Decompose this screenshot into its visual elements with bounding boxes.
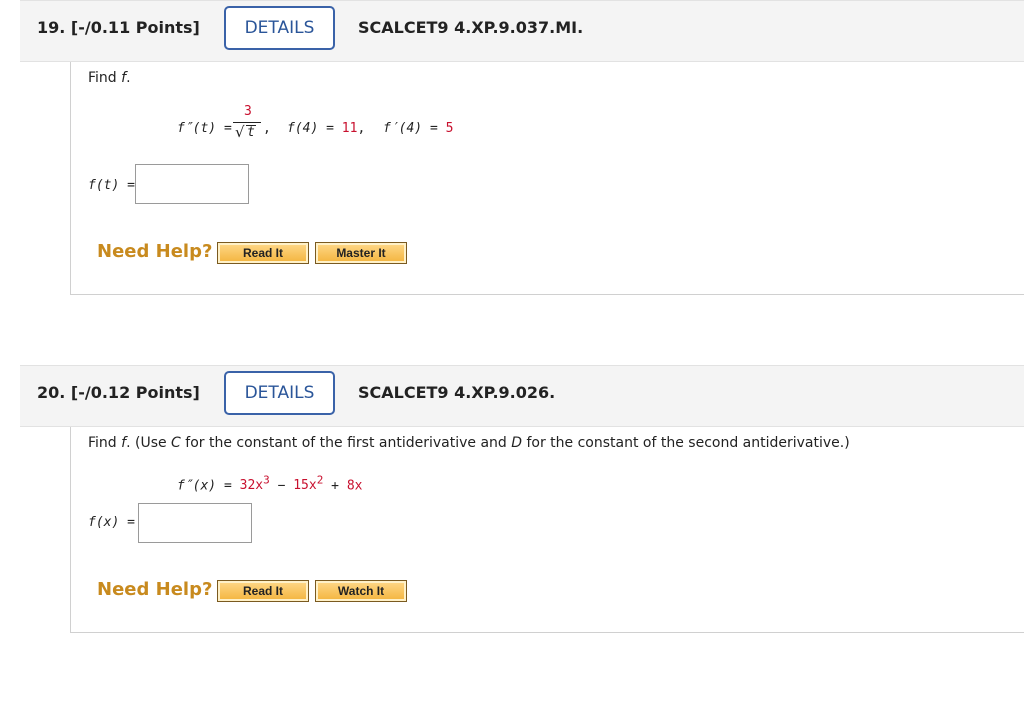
fprime4-condition: f′(4) = 5 bbox=[383, 121, 454, 136]
read-it-button[interactable]: Read It bbox=[217, 580, 309, 602]
answer-input-ft[interactable] bbox=[135, 164, 249, 204]
question-prompt: Find f. bbox=[88, 70, 131, 86]
term-15x2: 15x2 bbox=[293, 474, 324, 494]
master-it-button[interactable]: Master It bbox=[315, 242, 407, 264]
read-it-button[interactable]: Read It bbox=[217, 242, 309, 264]
fprime4-value: 5 bbox=[445, 121, 454, 136]
given-lhs: f″(t) = bbox=[177, 121, 232, 136]
given-equation: f″(x) = 32x3 − 15x2 + 8x bbox=[177, 474, 363, 494]
question-19-points: 19. [-/0.11 Points] bbox=[37, 18, 200, 37]
f4-value: 11 bbox=[341, 121, 358, 136]
need-help-label: Need Help? bbox=[97, 241, 213, 262]
question-19-header: 19. [-/0.11 Points] DETAILS SCALCET9 4.X… bbox=[20, 0, 1024, 62]
question-number: 19. bbox=[37, 18, 66, 37]
answer-input-fx[interactable] bbox=[138, 503, 252, 543]
need-help-label: Need Help? bbox=[97, 579, 213, 600]
comma: , bbox=[263, 121, 271, 136]
term-8x: 8x bbox=[346, 478, 363, 494]
fraction-3-over-sqrt-t: 3 √ t bbox=[233, 104, 267, 150]
watch-it-button[interactable]: Watch It bbox=[315, 580, 407, 602]
points-label: [-/0.12 Points] bbox=[70, 383, 200, 402]
f4-condition: f(4) = 11, bbox=[287, 121, 366, 136]
sqrt-symbol: √ bbox=[235, 123, 245, 141]
points-label: [-/0.11 Points] bbox=[70, 18, 200, 37]
answer-label: f(x) = bbox=[88, 515, 135, 530]
question-19-body: Find f. f″(t) = 3 √ t , f(4) = 11, f′(4)… bbox=[70, 62, 1024, 295]
radicand: t bbox=[246, 125, 256, 140]
details-button[interactable]: DETAILS bbox=[224, 371, 335, 415]
question-20-body: Find f. (Use C for the constant of the f… bbox=[70, 427, 1024, 633]
answer-label: f(t) = bbox=[88, 178, 135, 193]
question-20-points: 20. [-/0.12 Points] bbox=[37, 383, 200, 402]
question-code: SCALCET9 4.XP.9.037.MI. bbox=[358, 18, 584, 37]
question-20-header: 20. [-/0.12 Points] DETAILS SCALCET9 4.X… bbox=[20, 365, 1024, 427]
fraction-numerator: 3 bbox=[244, 104, 252, 119]
question-code: SCALCET9 4.XP.9.026. bbox=[358, 383, 556, 402]
details-button[interactable]: DETAILS bbox=[224, 6, 335, 50]
question-prompt: Find f. (Use C for the constant of the f… bbox=[88, 435, 850, 451]
question-number: 20. bbox=[37, 383, 66, 402]
term-32x3: 32x3 bbox=[239, 474, 270, 494]
